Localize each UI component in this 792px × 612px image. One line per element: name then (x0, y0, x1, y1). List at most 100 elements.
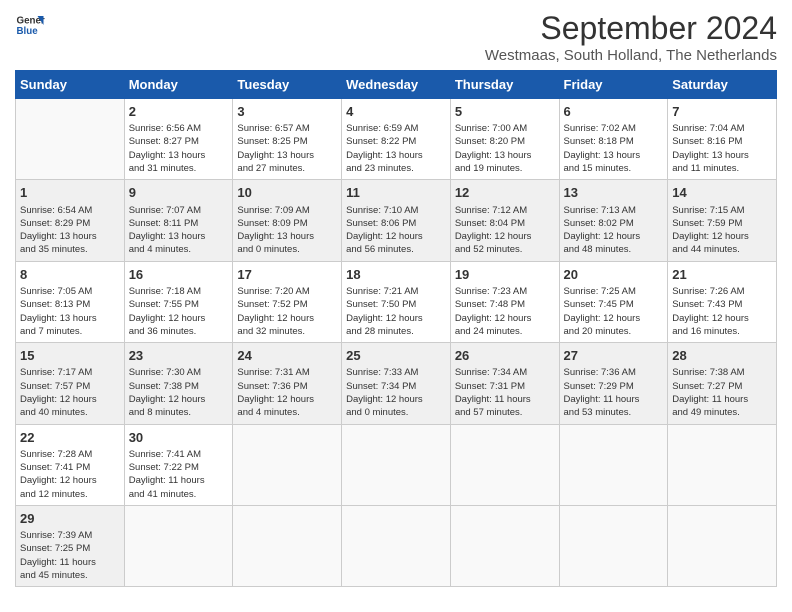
day-info-line: and 40 minutes. (20, 406, 120, 419)
day-info-line: Daylight: 12 hours (346, 393, 446, 406)
day-info-line: Sunrise: 7:26 AM (672, 285, 772, 298)
day-info-line: Sunrise: 7:10 AM (346, 204, 446, 217)
day-info-line: Sunrise: 7:23 AM (455, 285, 555, 298)
day-number: 8 (20, 266, 120, 284)
day-info-line: and 49 minutes. (672, 406, 772, 419)
day-info-line: Daylight: 12 hours (129, 393, 229, 406)
day-info-line: and 57 minutes. (455, 406, 555, 419)
day-info-line: Daylight: 12 hours (237, 393, 337, 406)
day-number: 29 (20, 510, 120, 528)
day-number: 12 (455, 184, 555, 202)
table-row: 5Sunrise: 7:00 AMSunset: 8:20 PMDaylight… (450, 99, 559, 180)
col-wednesday: Wednesday (342, 71, 451, 99)
page-title: September 2024 (485, 10, 777, 47)
day-number: 2 (129, 103, 229, 121)
day-info-line: Sunrise: 7:18 AM (129, 285, 229, 298)
table-row: 3Sunrise: 6:57 AMSunset: 8:25 PMDaylight… (233, 99, 342, 180)
table-row (233, 505, 342, 586)
day-info-line: Sunrise: 6:57 AM (237, 122, 337, 135)
day-info-line: Sunrise: 7:21 AM (346, 285, 446, 298)
day-info-line: Sunset: 7:43 PM (672, 298, 772, 311)
day-info-line: Sunrise: 7:12 AM (455, 204, 555, 217)
table-row: 8Sunrise: 7:05 AMSunset: 8:13 PMDaylight… (16, 261, 125, 342)
day-info-line: Sunset: 8:13 PM (20, 298, 120, 311)
col-saturday: Saturday (668, 71, 777, 99)
day-info-line: Daylight: 12 hours (346, 230, 446, 243)
table-row: 18Sunrise: 7:21 AMSunset: 7:50 PMDayligh… (342, 261, 451, 342)
day-info-line: and 8 minutes. (129, 406, 229, 419)
table-row (342, 424, 451, 505)
day-info-line: and 52 minutes. (455, 243, 555, 256)
day-number: 14 (672, 184, 772, 202)
day-number: 21 (672, 266, 772, 284)
day-info-line: and 28 minutes. (346, 325, 446, 338)
table-row: 13Sunrise: 7:13 AMSunset: 8:02 PMDayligh… (559, 180, 668, 261)
table-row: 11Sunrise: 7:10 AMSunset: 8:06 PMDayligh… (342, 180, 451, 261)
table-row: 23Sunrise: 7:30 AMSunset: 7:38 PMDayligh… (124, 343, 233, 424)
day-info-line: Sunrise: 6:54 AM (20, 204, 120, 217)
day-info-line: Sunset: 7:45 PM (564, 298, 664, 311)
day-info-line: Sunset: 8:06 PM (346, 217, 446, 230)
table-row: 9Sunrise: 7:07 AMSunset: 8:11 PMDaylight… (124, 180, 233, 261)
day-info-line: Daylight: 12 hours (237, 312, 337, 325)
calendar-row-1: 1Sunrise: 6:54 AMSunset: 8:29 PMDaylight… (16, 180, 777, 261)
day-info-line: Sunset: 7:52 PM (237, 298, 337, 311)
day-info-line: Daylight: 12 hours (129, 312, 229, 325)
table-row: 1Sunrise: 6:54 AMSunset: 8:29 PMDaylight… (16, 180, 125, 261)
day-number: 23 (129, 347, 229, 365)
day-info-line: Sunrise: 7:09 AM (237, 204, 337, 217)
day-info-line: Sunset: 7:25 PM (20, 542, 120, 555)
day-info-line: Daylight: 11 hours (672, 393, 772, 406)
day-info-line: Daylight: 13 hours (672, 149, 772, 162)
day-info-line: Daylight: 13 hours (455, 149, 555, 162)
day-info-line: Sunset: 7:31 PM (455, 380, 555, 393)
col-sunday: Sunday (16, 71, 125, 99)
day-number: 22 (20, 429, 120, 447)
day-info-line: Sunrise: 7:17 AM (20, 366, 120, 379)
day-info-line: Sunset: 8:29 PM (20, 217, 120, 230)
day-number: 17 (237, 266, 337, 284)
table-row: 29Sunrise: 7:39 AMSunset: 7:25 PMDayligh… (16, 505, 125, 586)
day-info-line: Sunset: 7:27 PM (672, 380, 772, 393)
calendar-row-0: 2Sunrise: 6:56 AMSunset: 8:27 PMDaylight… (16, 99, 777, 180)
day-info-line: Sunset: 8:25 PM (237, 135, 337, 148)
day-info-line: Sunrise: 6:59 AM (346, 122, 446, 135)
day-info-line: Sunset: 7:55 PM (129, 298, 229, 311)
day-info-line: Sunset: 8:11 PM (129, 217, 229, 230)
table-row: 14Sunrise: 7:15 AMSunset: 7:59 PMDayligh… (668, 180, 777, 261)
header: General Blue September 2024 Westmaas, So… (15, 10, 777, 64)
table-row (668, 505, 777, 586)
col-friday: Friday (559, 71, 668, 99)
table-row: 22Sunrise: 7:28 AMSunset: 7:41 PMDayligh… (16, 424, 125, 505)
day-info-line: and 23 minutes. (346, 162, 446, 175)
day-info-line: Daylight: 12 hours (346, 312, 446, 325)
day-info-line: and 16 minutes. (672, 325, 772, 338)
day-info-line: and 48 minutes. (564, 243, 664, 256)
day-info-line: Sunrise: 7:15 AM (672, 204, 772, 217)
table-row: 4Sunrise: 6:59 AMSunset: 8:22 PMDaylight… (342, 99, 451, 180)
day-info-line: Sunset: 8:22 PM (346, 135, 446, 148)
day-number: 16 (129, 266, 229, 284)
day-info-line: and 12 minutes. (20, 488, 120, 501)
svg-text:Blue: Blue (17, 26, 39, 37)
day-info-line: Daylight: 13 hours (237, 149, 337, 162)
day-number: 13 (564, 184, 664, 202)
table-row: 28Sunrise: 7:38 AMSunset: 7:27 PMDayligh… (668, 343, 777, 424)
day-info-line: Daylight: 12 hours (672, 312, 772, 325)
day-info-line: Daylight: 13 hours (20, 230, 120, 243)
day-info-line: Daylight: 13 hours (564, 149, 664, 162)
day-info-line: Sunrise: 7:36 AM (564, 366, 664, 379)
day-info-line: and 19 minutes. (455, 162, 555, 175)
table-row (342, 505, 451, 586)
page-subtitle: Westmaas, South Holland, The Netherlands (485, 47, 777, 64)
table-row: 16Sunrise: 7:18 AMSunset: 7:55 PMDayligh… (124, 261, 233, 342)
day-number: 18 (346, 266, 446, 284)
table-row: 10Sunrise: 7:09 AMSunset: 8:09 PMDayligh… (233, 180, 342, 261)
day-number: 9 (129, 184, 229, 202)
day-info-line: and 4 minutes. (237, 406, 337, 419)
day-number: 20 (564, 266, 664, 284)
day-number: 15 (20, 347, 120, 365)
logo: General Blue (15, 10, 45, 40)
day-info-line: and 24 minutes. (455, 325, 555, 338)
day-info-line: and 44 minutes. (672, 243, 772, 256)
